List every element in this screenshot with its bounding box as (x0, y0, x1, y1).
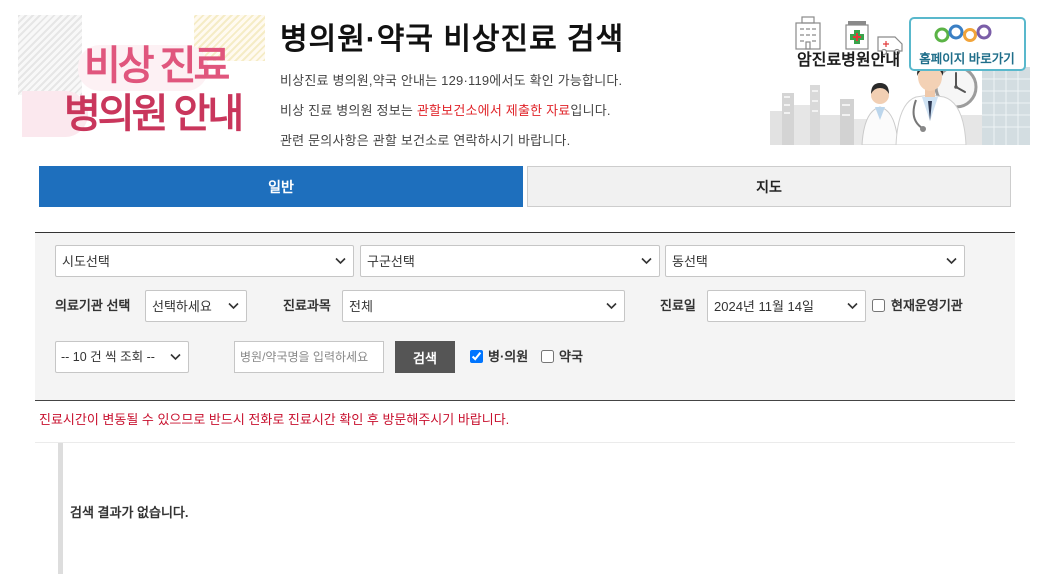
hours-notice: 진료시간이 변동될 수 있으므로 반드시 전화로 진료시간 확인 후 방문해주시… (39, 412, 510, 427)
logo-stripe-pattern (18, 15, 82, 95)
empty-results-message: 검색 결과가 없습니다. (70, 505, 189, 520)
gugun-select-control[interactable]: 구군선택 (361, 246, 659, 276)
info-line-inquiry: 관련 문의사항은 관할 보건소로 연락하시기 바랍니다. (280, 133, 571, 148)
hospital-type-label[interactable]: 병·의원 (488, 341, 528, 373)
logo-text-line1: 비상 진료 (84, 44, 230, 88)
info-text: 비상 진료 병의원 정보는 (280, 103, 417, 118)
banner-illustration: 암진료병원안내 홈페이지 바로가기 (770, 15, 1030, 145)
info-line-contact: 비상진료 병의원,약국 안내는 129·119에서도 확인 가능합니다. (280, 73, 623, 88)
page-size-select[interactable]: -- 10 건 씩 조회 -- (55, 341, 189, 373)
search-input[interactable] (234, 341, 384, 373)
hospital-type-checkbox[interactable] (470, 350, 483, 363)
info-text: 입니다. (570, 103, 611, 118)
banner-label: 암진료병원안내 (797, 50, 900, 69)
date-label: 진료일 (660, 298, 696, 313)
institution-select[interactable]: 선택하세요 (145, 290, 247, 322)
page-title: 병의원·약국 비상진료 검색 (280, 23, 625, 56)
sido-select-control[interactable]: 시도선택 (56, 246, 353, 276)
logo-text-line2: 병의원 안내 (64, 92, 244, 136)
department-label: 진료과목 (283, 298, 331, 313)
search-results: 검색 결과가 없습니다. (58, 443, 1015, 574)
emergency-care-logo: 비상 진료 병의원 안내 (18, 15, 265, 140)
tab-general[interactable]: 일반 (39, 166, 523, 207)
open-now-label[interactable]: 현재운영기관 (891, 290, 963, 322)
institution-select-control[interactable]: 선택하세요 (146, 291, 246, 321)
dong-select-control[interactable]: 동선택 (666, 246, 964, 276)
department-select[interactable]: 전체 (342, 290, 625, 322)
institution-label: 의료기관 선택 (55, 298, 131, 313)
gugun-select[interactable]: 구군선택 (360, 245, 660, 277)
pharmacy-type-checkbox[interactable] (541, 350, 554, 363)
egen-homepage-link[interactable]: 홈페이지 바로가기 (909, 17, 1026, 71)
page-size-select-control[interactable]: -- 10 건 씩 조회 -- (56, 342, 188, 372)
search-button[interactable]: 검색 (395, 341, 455, 373)
dong-select[interactable]: 동선택 (665, 245, 965, 277)
info-highlight: 관할보건소에서 제출한 자료 (416, 103, 571, 118)
info-line-source: 비상 진료 병의원 정보는 관할보건소에서 제출한 자료입니다. (280, 96, 622, 126)
egen-link-label: 홈페이지 바로가기 (919, 51, 1014, 66)
department-select-control[interactable]: 전체 (343, 291, 624, 321)
info-list: 비상진료 병의원,약국 안내는 129·119에서도 확인 가능합니다. 비상 … (280, 66, 622, 156)
banner-area: 암진료병원안내 홈페이지 바로가기 (770, 15, 1030, 145)
date-select[interactable]: 2024년 11월 14일 (707, 290, 866, 322)
pharmacy-type-label[interactable]: 약국 (559, 341, 583, 373)
tab-map[interactable]: 지도 (527, 166, 1011, 207)
search-panel: 시도선택 구군선택 동선택 의료기관 선택 선택하세요 진료과목 전체 진료일 … (35, 232, 1015, 401)
glass-building (982, 67, 1030, 145)
sido-select[interactable]: 시도선택 (55, 245, 354, 277)
date-select-control[interactable]: 2024년 11월 14일 (708, 291, 865, 321)
open-now-checkbox[interactable] (872, 299, 885, 312)
